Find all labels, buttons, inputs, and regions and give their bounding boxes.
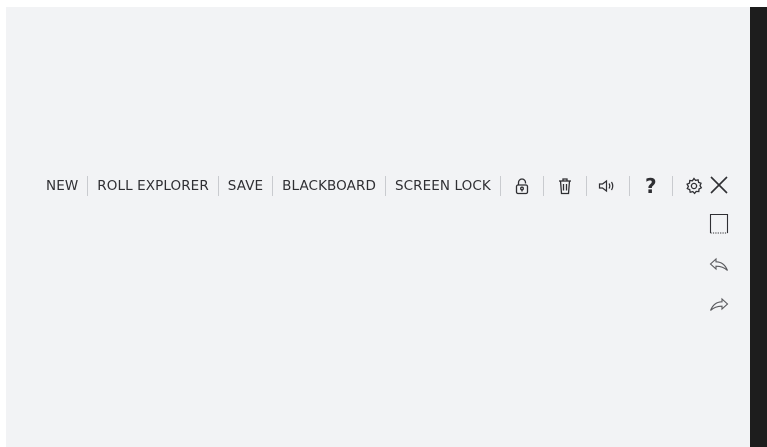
page-icon — [709, 213, 729, 234]
trash-icon — [558, 178, 571, 195]
help-button[interactable]: ? — [639, 172, 663, 200]
screen-edge — [750, 7, 767, 447]
new-button[interactable]: NEW — [46, 172, 78, 200]
separator — [585, 176, 587, 196]
screen-lock-button[interactable]: SCREEN LOCK — [395, 172, 491, 200]
lock-icon — [515, 178, 528, 195]
canvas-area — [6, 7, 750, 447]
volume-button[interactable] — [596, 172, 620, 200]
separator — [671, 176, 673, 196]
blackboard-button[interactable]: BLACKBOARD — [282, 172, 376, 200]
page-button[interactable] — [706, 211, 732, 237]
help-icon: ? — [645, 174, 657, 198]
separator — [87, 176, 89, 196]
toolbar: NEW ROLL EXPLORER SAVE BLACKBOARD SCREEN… — [46, 172, 706, 200]
separator — [628, 176, 630, 196]
undo-icon — [709, 257, 729, 271]
save-button[interactable]: SAVE — [228, 172, 263, 200]
lock-button[interactable] — [510, 172, 534, 200]
roll-explorer-button[interactable]: ROLL EXPLORER — [97, 172, 209, 200]
redo-button[interactable] — [706, 292, 732, 318]
separator — [384, 176, 386, 196]
separator — [542, 176, 544, 196]
gear-icon — [686, 177, 703, 195]
settings-button[interactable] — [682, 172, 706, 200]
undo-button[interactable] — [706, 252, 732, 278]
separator — [499, 176, 501, 196]
separator — [217, 176, 219, 196]
speaker-icon — [598, 179, 614, 193]
delete-button[interactable] — [553, 172, 577, 200]
separator — [272, 176, 274, 196]
redo-icon — [709, 297, 729, 311]
close-icon — [710, 176, 728, 194]
close-button[interactable] — [706, 172, 732, 198]
